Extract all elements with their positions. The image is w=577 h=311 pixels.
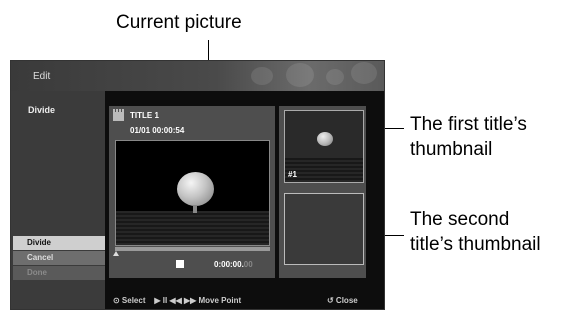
clapperboard-icon bbox=[113, 109, 124, 121]
bottom-hints: ⊙ Select ▶ II ◀◀ ▶▶ Move Point bbox=[113, 296, 241, 305]
video-floor bbox=[116, 211, 269, 245]
time-main: 0:00:00. bbox=[214, 260, 244, 269]
time-frames: 00 bbox=[243, 260, 253, 269]
done-button[interactable]: Done bbox=[13, 266, 105, 280]
side-panel: Divide Divide Cancel Done bbox=[11, 91, 105, 309]
second-title-thumbnail[interactable] bbox=[284, 193, 364, 265]
select-hint: ⊙ Select bbox=[113, 296, 146, 305]
preview-title: TITLE 1 bbox=[130, 111, 159, 120]
callout-second-thumb-line1: The second bbox=[410, 209, 510, 230]
callout-current-picture: Current picture bbox=[116, 12, 242, 33]
move-point-hint: ▶ II ◀◀ ▶▶ Move Point bbox=[154, 296, 242, 305]
header-title: Edit bbox=[33, 71, 51, 82]
thumbnail-panel: #1 bbox=[279, 106, 366, 278]
side-panel-label: Divide bbox=[28, 105, 56, 115]
first-thumbnail-label: #1 bbox=[288, 170, 297, 179]
callout-first-thumb-line1: The first title’s bbox=[410, 114, 527, 135]
preview-date-time: 01/01 00:00:54 bbox=[130, 126, 185, 135]
decor-bubble bbox=[286, 63, 314, 87]
header-bar: Edit bbox=[11, 61, 384, 91]
divide-button[interactable]: Divide bbox=[13, 236, 105, 250]
callout-first-thumb-line2: thumbnail bbox=[410, 139, 493, 160]
time-counter: 0:00:00.00 bbox=[214, 260, 253, 269]
close-hint[interactable]: ↺ Close bbox=[327, 296, 358, 305]
callout-second-thumb-line2: title’s thumbnail bbox=[410, 234, 541, 255]
preview-panel: TITLE 1 01/01 00:00:54 0:00:00.00 bbox=[109, 106, 275, 278]
current-picture bbox=[115, 140, 270, 246]
stop-icon[interactable] bbox=[176, 260, 184, 268]
cancel-button[interactable]: Cancel bbox=[13, 251, 105, 265]
decor-bubble bbox=[326, 69, 344, 85]
decor-bubble bbox=[251, 67, 273, 85]
position-marker-icon[interactable] bbox=[113, 251, 119, 256]
decor-bubble bbox=[351, 62, 377, 84]
video-egg-stem bbox=[193, 205, 197, 213]
edit-screen: Edit Divide Divide Cancel Done TITLE 1 0… bbox=[10, 60, 385, 310]
progress-track[interactable] bbox=[115, 247, 270, 251]
video-egg-object bbox=[177, 172, 214, 206]
thumb-egg-object bbox=[317, 132, 333, 146]
first-title-thumbnail[interactable]: #1 bbox=[284, 110, 364, 183]
